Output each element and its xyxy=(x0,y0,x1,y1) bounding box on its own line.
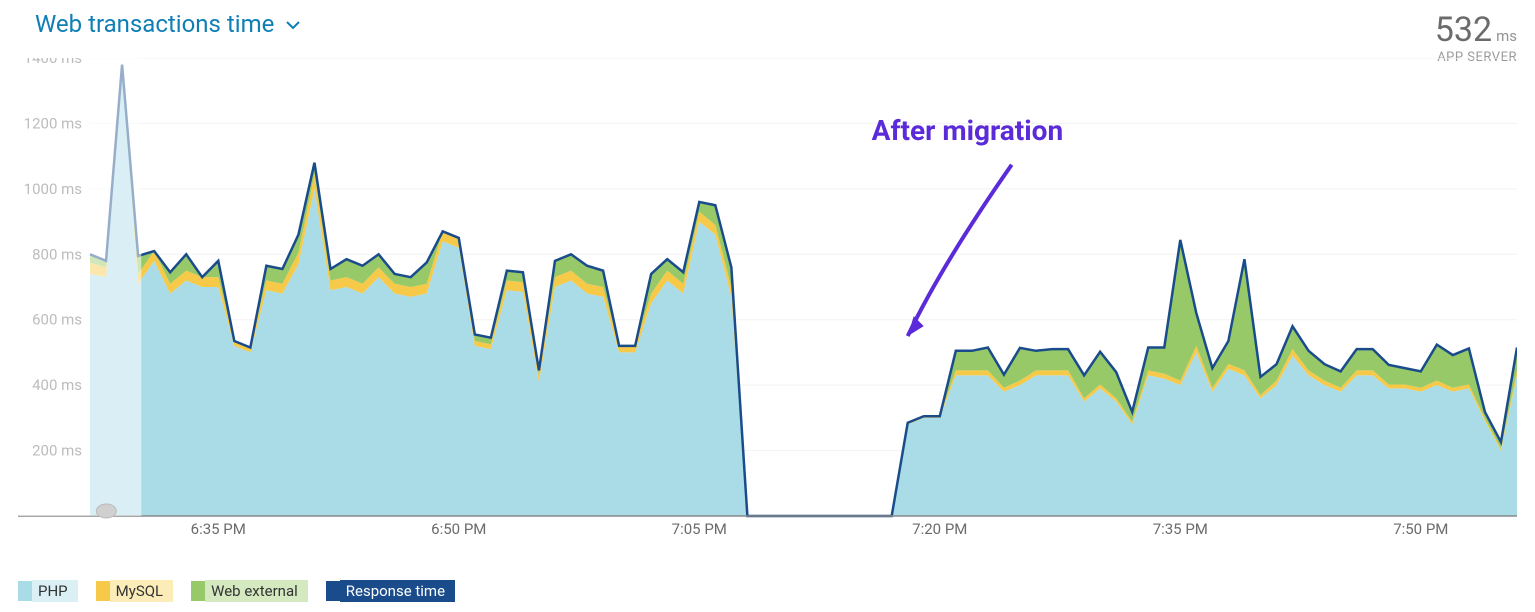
app-server-stat: 532ms APP SERVER xyxy=(1435,10,1517,65)
legend-swatch-resp xyxy=(326,581,340,601)
legend-item-php[interactable]: PHP xyxy=(18,580,78,602)
legend-swatch-php xyxy=(18,581,32,601)
svg-text:6:35 PM: 6:35 PM xyxy=(191,520,246,536)
chart-title-dropdown[interactable]: Web transactions time xyxy=(35,10,300,38)
legend-item-response-time[interactable]: Response time xyxy=(326,580,455,602)
selection-handle[interactable] xyxy=(96,504,116,518)
legend-label: Web external xyxy=(205,580,308,602)
annotation-text: After migration xyxy=(872,114,1063,147)
legend-swatch-mysql xyxy=(96,581,110,601)
chart-title: Web transactions time xyxy=(35,10,274,38)
legend-swatch-webext xyxy=(191,581,205,601)
legend-label: MySQL xyxy=(110,580,174,602)
legend-label: PHP xyxy=(32,580,78,602)
legend-label: Response time xyxy=(340,580,455,602)
stat-value: 532 xyxy=(1435,10,1492,50)
legend-item-webext[interactable]: Web external xyxy=(191,580,308,602)
svg-text:7:20 PM: 7:20 PM xyxy=(912,520,967,536)
svg-text:6:50 PM: 6:50 PM xyxy=(431,520,486,536)
transactions-chart[interactable]: 200 ms400 ms600 ms800 ms1000 ms1200 ms14… xyxy=(18,58,1517,536)
legend-item-mysql[interactable]: MySQL xyxy=(96,580,174,602)
chevron-down-icon xyxy=(286,15,300,34)
chart-legend: PHP MySQL Web external Response time xyxy=(18,580,455,602)
svg-text:7:05 PM: 7:05 PM xyxy=(672,520,727,536)
stat-unit: ms xyxy=(1496,27,1517,45)
svg-text:7:35 PM: 7:35 PM xyxy=(1153,520,1208,536)
svg-text:7:50 PM: 7:50 PM xyxy=(1393,520,1448,536)
